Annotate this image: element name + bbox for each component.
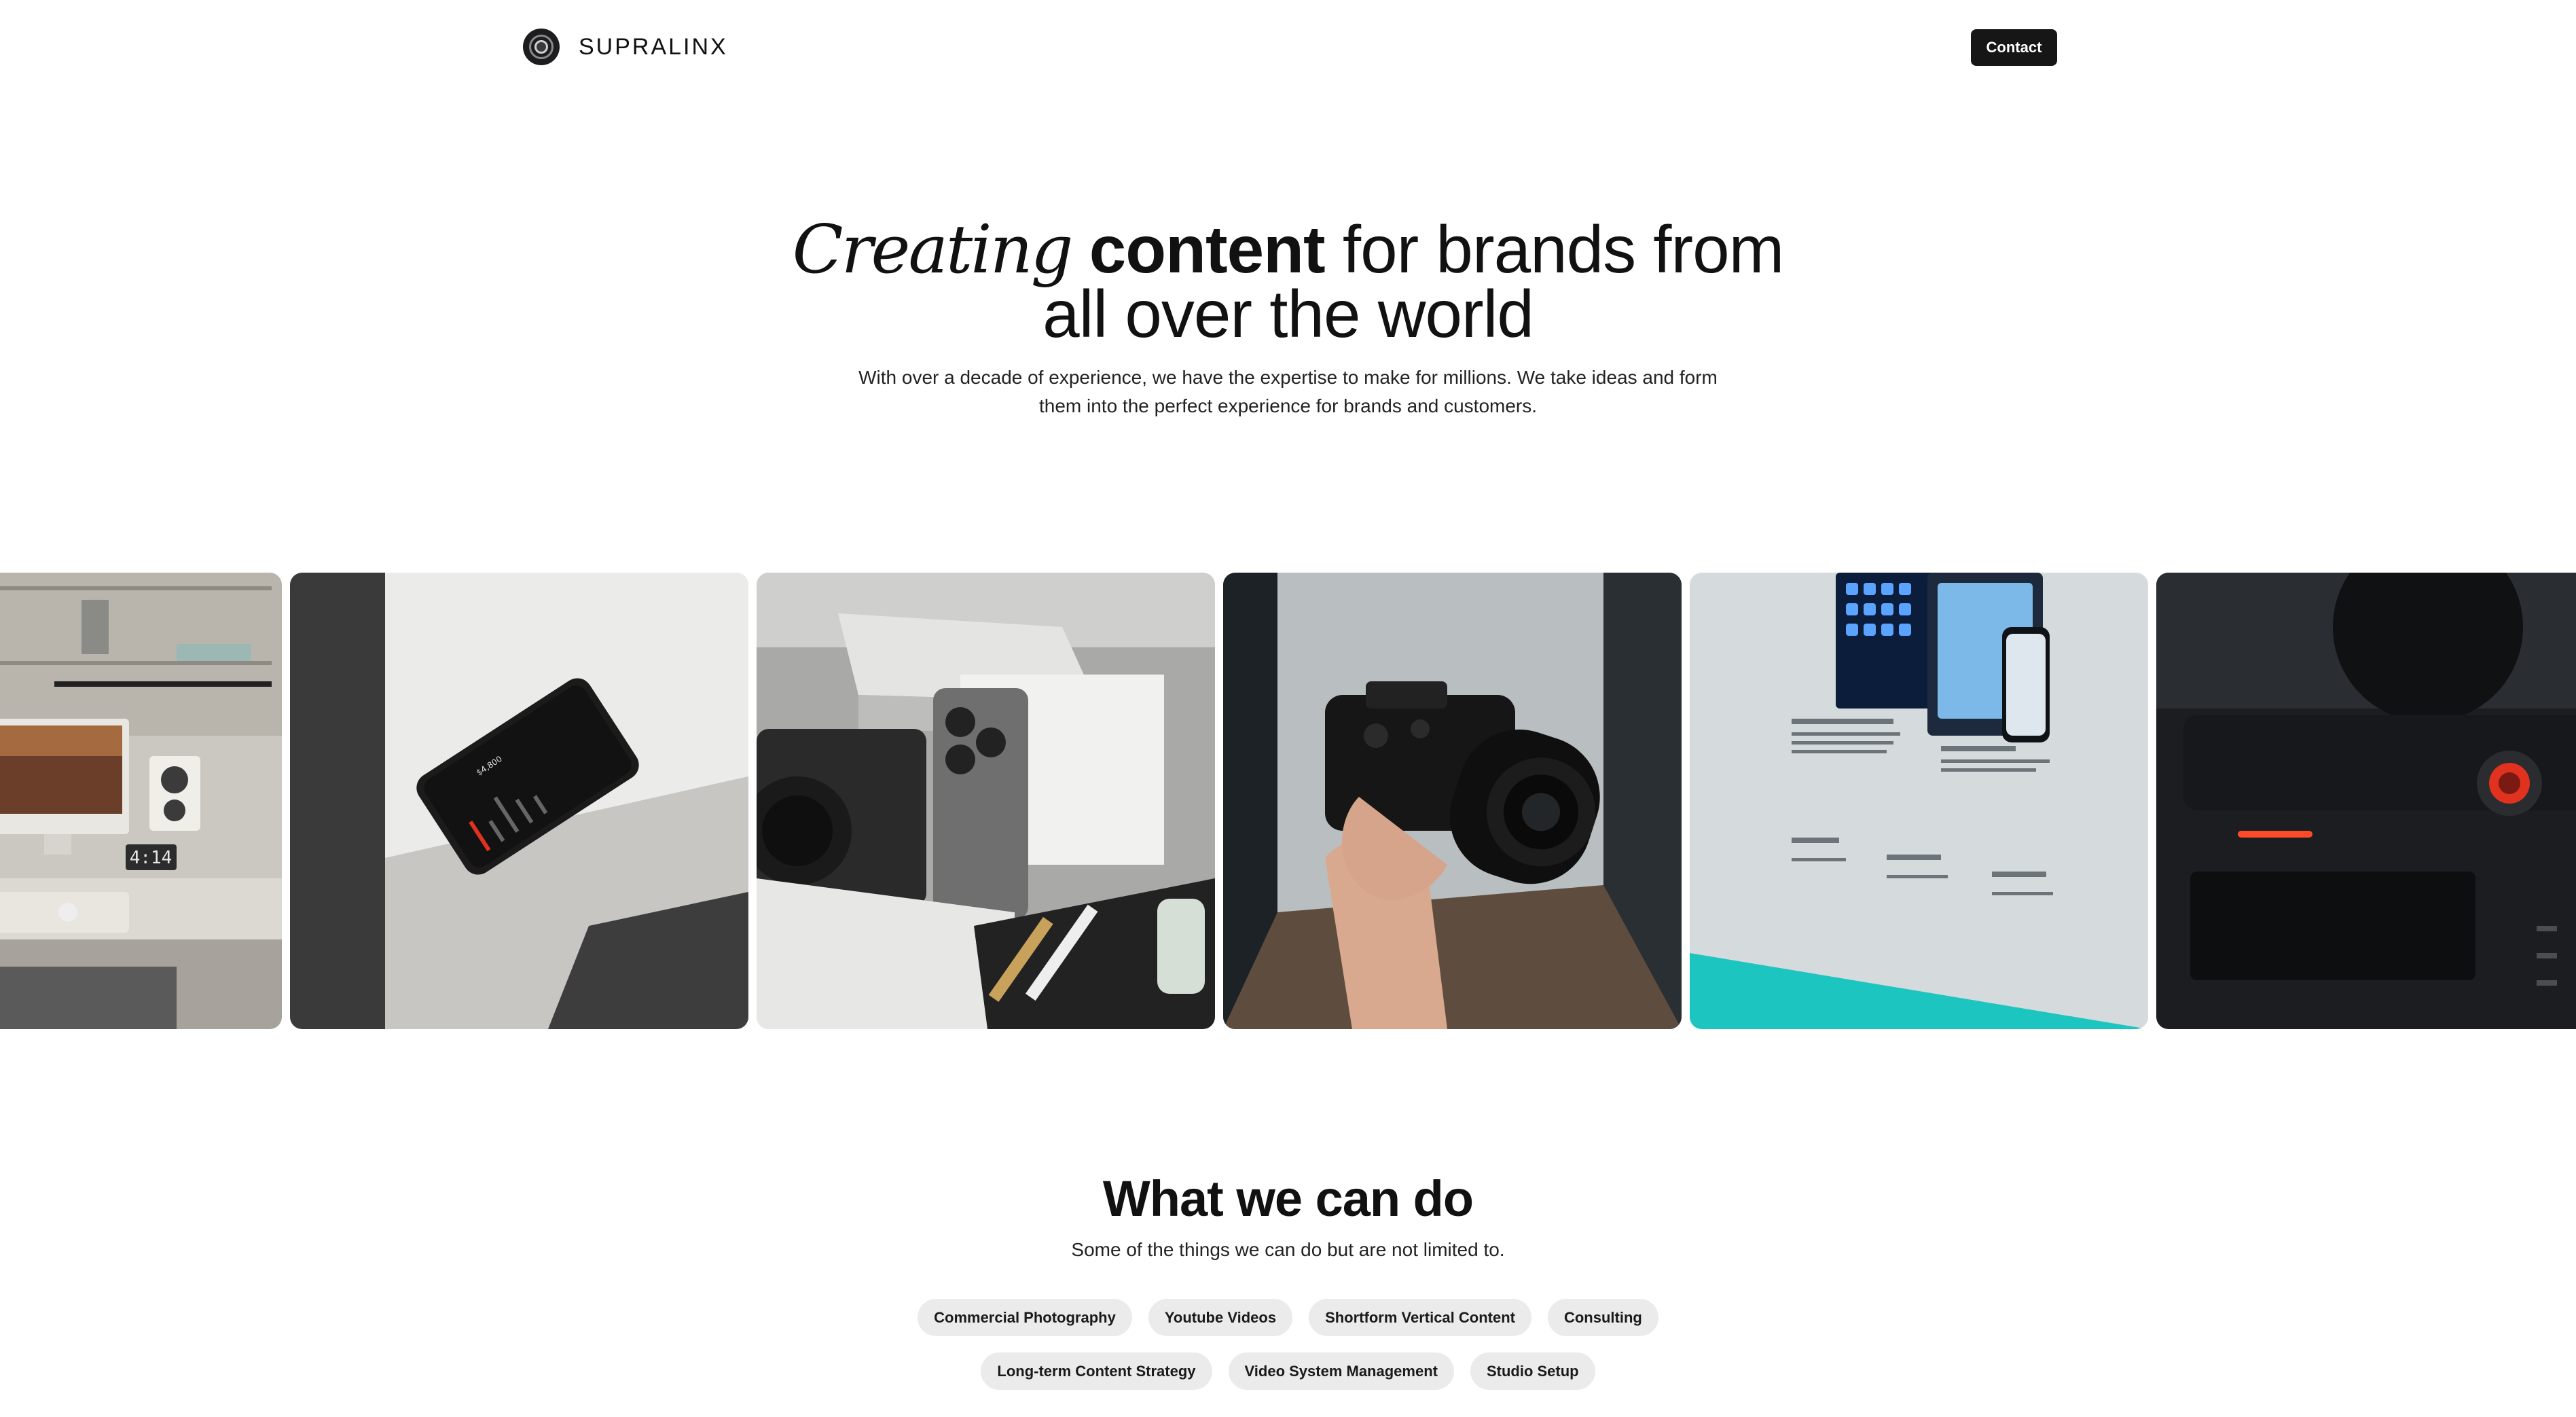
hero-title-line2: all over the world <box>1042 276 1534 351</box>
camera-closeup-image <box>2156 573 2576 1029</box>
hero-subtitle-line1: With over a decade of experience, we hav… <box>858 367 1718 388</box>
camera-and-phone-flatlay-image <box>757 573 1215 1029</box>
phone-on-concrete-image: $4,800 <box>290 573 748 1029</box>
hero-title-rest: for brands from <box>1342 212 1784 287</box>
service-chip: Youtube Videos <box>1148 1299 1293 1336</box>
top-navigation: SUPRALINX Contact <box>0 0 2576 95</box>
service-chip: Video System Management <box>1228 1352 1454 1390</box>
hero-subtitle: With over a decade of experience, we hav… <box>840 363 1737 420</box>
contact-button[interactable]: Contact <box>1971 29 2057 66</box>
service-chip: Studio Setup <box>1470 1352 1595 1390</box>
brand-logo-link[interactable]: SUPRALINX <box>523 28 728 66</box>
hero-title-italic: Creating <box>792 211 1074 289</box>
app-print-layout-image <box>1690 573 2148 1029</box>
hero-section: Creating content for brands from all ove… <box>0 216 2576 420</box>
service-chip: Consulting <box>1547 1299 1658 1336</box>
hand-holding-camera-image <box>1223 573 1682 1029</box>
image-gallery-carousel[interactable]: 4:14 $4,800 <box>0 573 2576 1029</box>
services-subtitle: Some of the things we can do but are not… <box>1071 1239 1505 1260</box>
aperture-logo-icon <box>523 29 560 65</box>
services-chip-row-1: Commercial Photography Youtube Videos Sh… <box>0 1299 2576 1336</box>
service-chip: Commercial Photography <box>918 1299 1132 1336</box>
desk-setup-image: 4:14 <box>0 573 282 1029</box>
service-chip: Shortform Vertical Content <box>1309 1299 1531 1336</box>
services-section: What we can do Some of the things we can… <box>0 1168 2576 1390</box>
brand-name: SUPRALINX <box>579 33 728 60</box>
services-title: What we can do <box>1102 1170 1474 1227</box>
svg-text:4:14: 4:14 <box>130 848 173 868</box>
service-chip: Long-term Content Strategy <box>981 1352 1212 1390</box>
hero-title: Creating content for brands from all ove… <box>0 216 2576 347</box>
hero-title-bold: content <box>1089 212 1326 287</box>
services-chip-row-2: Long-term Content Strategy Video System … <box>0 1352 2576 1390</box>
hero-subtitle-line2: them into the perfect experience for bra… <box>1038 395 1538 416</box>
